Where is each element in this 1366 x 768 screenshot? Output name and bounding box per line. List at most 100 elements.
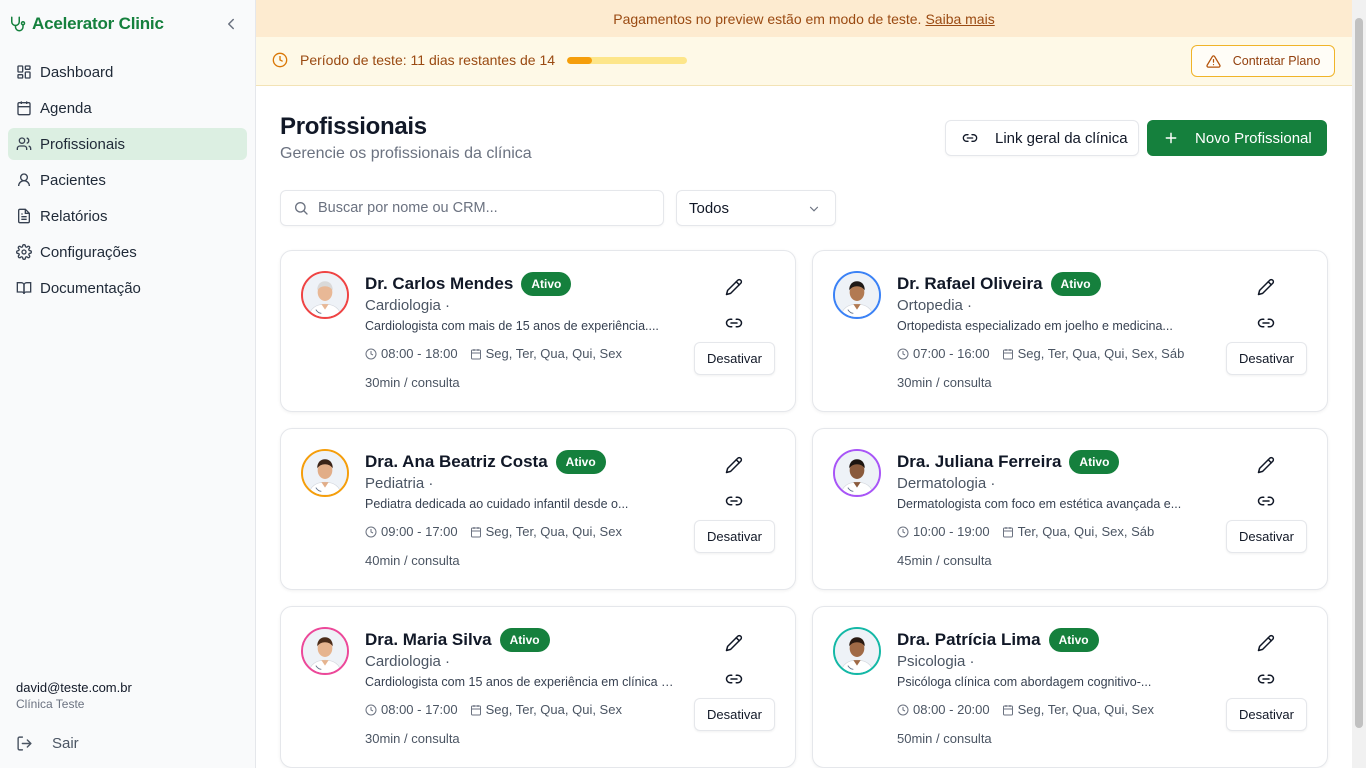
link-icon xyxy=(962,134,978,142)
clock-icon xyxy=(365,526,377,537)
users-icon xyxy=(16,137,32,150)
professional-specialty: Pediatria · xyxy=(365,475,434,492)
sidebar-item-pacientes[interactable]: Pacientes xyxy=(8,164,247,196)
professional-card: Dra. Juliana Ferreira Ativo Dermatologia… xyxy=(812,428,1328,590)
page-scrollbar[interactable] xyxy=(1352,0,1366,768)
sidebar: Acelerator Clinic Dashboard Agenda Profi… xyxy=(0,0,256,768)
avatar xyxy=(833,449,881,497)
edit-icon[interactable] xyxy=(1257,456,1275,474)
logout-label: Sair xyxy=(52,734,79,752)
professional-name: Dra. Maria Silva xyxy=(365,630,492,649)
avatar xyxy=(833,271,881,319)
link-icon[interactable] xyxy=(1257,314,1275,332)
status-badge: Ativo xyxy=(521,272,572,296)
sidebar-item-label: Documentação xyxy=(40,279,141,297)
sidebar-item-label: Relatórios xyxy=(40,207,108,225)
consultation-duration: 30min / consulta xyxy=(365,731,460,746)
consultation-duration: 45min / consulta xyxy=(897,553,992,568)
schedule-info: 09:00 - 17:00 Seg, Ter, Qua, Qui, Sex xyxy=(365,524,622,539)
brand[interactable]: Acelerator Clinic xyxy=(8,12,248,36)
status-badge: Ativo xyxy=(499,628,550,652)
sidebar-item-relatorios[interactable]: Relatórios xyxy=(8,200,247,232)
search-icon xyxy=(295,202,308,215)
sidebar-item-agenda[interactable]: Agenda xyxy=(8,92,247,124)
sidebar-item-label: Pacientes xyxy=(40,171,106,189)
professional-name: Dra. Patrícia Lima xyxy=(897,630,1041,649)
schedule-info: 08:00 - 18:00 Seg, Ter, Qua, Qui, Sex xyxy=(365,346,622,361)
clinic-link-button[interactable]: Link geral da clínica xyxy=(945,120,1139,156)
logout-button[interactable]: Sair xyxy=(16,732,79,754)
sidebar-item-dashboard[interactable]: Dashboard xyxy=(8,56,247,88)
book-icon xyxy=(16,282,32,295)
professional-description: Ortopedista especializado em joelho e me… xyxy=(897,319,1173,333)
working-days: Seg, Ter, Qua, Qui, Sex xyxy=(485,346,622,361)
page-subtitle: Gerencie os profissionais da clínica xyxy=(280,145,532,162)
avatar xyxy=(301,271,349,319)
brand-name: Acelerator Clinic xyxy=(32,14,164,33)
edit-icon[interactable] xyxy=(725,456,743,474)
learn-more-link[interactable]: Saiba mais xyxy=(925,11,994,27)
working-hours: 08:00 - 17:00 xyxy=(381,702,458,717)
trial-progress-fill xyxy=(567,56,593,64)
professional-specialty: Cardiologia · xyxy=(365,297,451,314)
status-filter-select[interactable]: Todos xyxy=(676,190,836,226)
working-days: Seg, Ter, Qua, Qui, Sex xyxy=(1017,702,1154,717)
link-icon[interactable] xyxy=(1257,670,1275,688)
professional-specialty: Psicologia · xyxy=(897,653,975,670)
consultation-duration: 50min / consulta xyxy=(897,731,992,746)
edit-icon[interactable] xyxy=(725,278,743,296)
chevron-left-icon[interactable] xyxy=(222,15,240,33)
trial-banner: Período de teste: 11 dias restantes de 1… xyxy=(256,37,1352,86)
calendar-icon xyxy=(1002,348,1013,359)
deactivate-button[interactable]: Desativar xyxy=(694,520,775,553)
clinic-name: Clínica Teste xyxy=(16,697,85,711)
file-text-icon xyxy=(18,208,30,224)
deactivate-button[interactable]: Desativar xyxy=(694,698,775,731)
link-icon[interactable] xyxy=(725,492,743,510)
schedule-info: 07:00 - 16:00 Seg, Ter, Qua, Qui, Sex, S… xyxy=(897,346,1184,361)
professional-name: Dra. Ana Beatriz Costa xyxy=(365,452,548,471)
search-input[interactable] xyxy=(318,200,638,216)
link-icon[interactable] xyxy=(1257,492,1275,510)
calendar-icon xyxy=(470,526,481,537)
working-hours: 10:00 - 19:00 xyxy=(913,524,990,539)
professional-card: Dra. Patrícia Lima Ativo Psicologia · Ps… xyxy=(812,606,1328,768)
professional-card: Dra. Maria Silva Ativo Cardiologia · Car… xyxy=(280,606,796,768)
logout-icon xyxy=(17,735,32,751)
professional-card: Dra. Ana Beatriz Costa Ativo Pediatria ·… xyxy=(280,428,796,590)
clock-icon xyxy=(365,348,377,359)
clock-icon xyxy=(897,526,909,537)
scrollbar-thumb[interactable] xyxy=(1355,18,1363,728)
clock-icon xyxy=(897,704,909,715)
status-badge: Ativo xyxy=(1069,450,1120,474)
link-icon[interactable] xyxy=(725,314,743,332)
new-professional-button[interactable]: Novo Profissional xyxy=(1147,120,1327,156)
sidebar-item-configuracoes[interactable]: Configurações xyxy=(8,236,247,268)
edit-icon[interactable] xyxy=(725,634,743,652)
deactivate-button[interactable]: Desativar xyxy=(1226,698,1307,731)
professional-description: Pediatra dedicada ao cuidado infantil de… xyxy=(365,497,629,511)
consultation-duration: 30min / consulta xyxy=(365,375,460,390)
deactivate-button[interactable]: Desativar xyxy=(1226,342,1307,375)
edit-icon[interactable] xyxy=(1257,278,1275,296)
deactivate-button[interactable]: Desativar xyxy=(694,342,775,375)
trial-progress-bar xyxy=(567,56,688,64)
edit-icon[interactable] xyxy=(1257,634,1275,652)
working-days: Ter, Qua, Qui, Sex, Sáb xyxy=(1017,524,1155,539)
sidebar-item-profissionais[interactable]: Profissionais xyxy=(8,128,247,160)
deactivate-button[interactable]: Desativar xyxy=(1226,520,1307,553)
search-box xyxy=(280,190,664,226)
clock-icon xyxy=(897,348,909,359)
user-info: david@teste.com.br Clínica Teste xyxy=(16,680,132,711)
new-professional-label: Novo Profissional xyxy=(1195,129,1312,147)
sidebar-item-documentacao[interactable]: Documentação xyxy=(8,272,247,304)
dashboard-icon xyxy=(17,65,31,79)
calendar-icon xyxy=(470,348,481,359)
clock-icon xyxy=(272,52,288,68)
calendar-icon xyxy=(17,101,31,116)
link-icon[interactable] xyxy=(725,670,743,688)
professional-description: Cardiologista com 15 anos de experiência… xyxy=(365,675,677,689)
contract-plan-button[interactable]: Contratar Plano xyxy=(1191,45,1335,77)
professional-specialty: Ortopedia · xyxy=(897,297,973,314)
user-icon xyxy=(18,173,30,187)
